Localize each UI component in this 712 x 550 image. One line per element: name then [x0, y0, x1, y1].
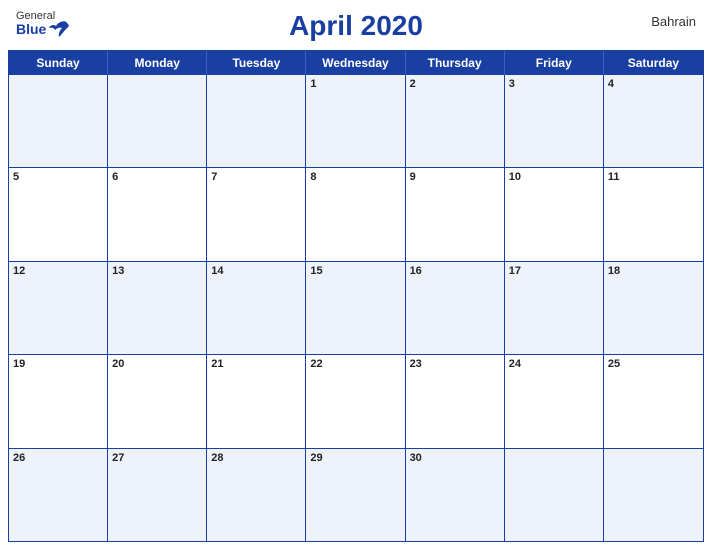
calendar-grid: SundayMondayTuesdayWednesdayThursdayFrid… — [8, 50, 704, 542]
day-number-24: 24 — [509, 358, 521, 370]
week-row-5: 26 27 28 29 30 — [9, 448, 703, 541]
logo-bird-icon — [48, 20, 70, 38]
day-cell-23: 23 — [406, 355, 505, 447]
day-number-15: 15 — [310, 265, 322, 277]
day-number-23: 23 — [410, 358, 422, 370]
day-cell-22: 22 — [306, 355, 405, 447]
day-header-wednesday: Wednesday — [306, 51, 405, 75]
day-number-30: 30 — [410, 452, 422, 464]
day-number-16: 16 — [410, 265, 422, 277]
calendar-title: April 2020 — [289, 10, 423, 42]
weeks-container: 1234567891011121314151617181920212223242… — [9, 75, 703, 541]
day-number-14: 14 — [211, 265, 223, 277]
day-cell-30: 30 — [406, 449, 505, 541]
day-number-11: 11 — [608, 171, 620, 183]
logo: General Blue — [16, 10, 70, 38]
week-row-4: 19 20 21 22 23 24 25 — [9, 354, 703, 447]
day-number-28: 28 — [211, 452, 223, 464]
day-cell-15: 15 — [306, 262, 405, 354]
day-cell-10: 10 — [505, 168, 604, 260]
day-cell-empty-4-6 — [604, 449, 703, 541]
day-cell-14: 14 — [207, 262, 306, 354]
day-cell-empty-0-1 — [108, 75, 207, 167]
day-number-2: 2 — [410, 78, 416, 90]
country-label: Bahrain — [651, 14, 696, 29]
day-header-monday: Monday — [108, 51, 207, 75]
day-cell-empty-4-5 — [505, 449, 604, 541]
day-number-19: 19 — [13, 358, 25, 370]
day-number-21: 21 — [211, 358, 223, 370]
day-number-8: 8 — [310, 171, 316, 183]
day-number-18: 18 — [608, 265, 620, 277]
day-cell-13: 13 — [108, 262, 207, 354]
day-cell-5: 5 — [9, 168, 108, 260]
day-number-22: 22 — [310, 358, 322, 370]
day-number-5: 5 — [13, 171, 19, 183]
day-number-27: 27 — [112, 452, 124, 464]
day-number-20: 20 — [112, 358, 124, 370]
day-number-6: 6 — [112, 171, 118, 183]
day-cell-6: 6 — [108, 168, 207, 260]
day-cell-27: 27 — [108, 449, 207, 541]
day-cell-29: 29 — [306, 449, 405, 541]
day-number-17: 17 — [509, 265, 521, 277]
day-header-friday: Friday — [505, 51, 604, 75]
day-cell-7: 7 — [207, 168, 306, 260]
day-cell-26: 26 — [9, 449, 108, 541]
day-number-12: 12 — [13, 265, 25, 277]
day-cell-17: 17 — [505, 262, 604, 354]
day-number-9: 9 — [410, 171, 416, 183]
week-row-3: 12 13 14 15 16 17 18 — [9, 261, 703, 354]
week-row-1: 1 2 3 4 — [9, 75, 703, 167]
day-cell-20: 20 — [108, 355, 207, 447]
day-cell-2: 2 — [406, 75, 505, 167]
day-cell-24: 24 — [505, 355, 604, 447]
week-row-2: 5 6 7 8 9 10 11 — [9, 167, 703, 260]
day-cell-empty-0-0 — [9, 75, 108, 167]
day-header-tuesday: Tuesday — [207, 51, 306, 75]
day-number-13: 13 — [112, 265, 124, 277]
day-cell-16: 16 — [406, 262, 505, 354]
day-cell-8: 8 — [306, 168, 405, 260]
day-number-1: 1 — [310, 78, 316, 90]
calendar-page: General Blue April 2020 Bahrain SundayMo… — [0, 0, 712, 550]
day-number-26: 26 — [13, 452, 25, 464]
day-cell-21: 21 — [207, 355, 306, 447]
day-cell-12: 12 — [9, 262, 108, 354]
day-headers-row: SundayMondayTuesdayWednesdayThursdayFrid… — [9, 51, 703, 75]
day-cell-empty-0-2 — [207, 75, 306, 167]
day-cell-11: 11 — [604, 168, 703, 260]
logo-blue-text: Blue — [16, 22, 46, 37]
day-number-10: 10 — [509, 171, 521, 183]
day-header-sunday: Sunday — [9, 51, 108, 75]
day-cell-28: 28 — [207, 449, 306, 541]
day-cell-19: 19 — [9, 355, 108, 447]
day-number-29: 29 — [310, 452, 322, 464]
day-cell-9: 9 — [406, 168, 505, 260]
day-number-3: 3 — [509, 78, 515, 90]
day-header-thursday: Thursday — [406, 51, 505, 75]
day-number-25: 25 — [608, 358, 620, 370]
day-cell-3: 3 — [505, 75, 604, 167]
day-header-saturday: Saturday — [604, 51, 703, 75]
calendar-header: General Blue April 2020 Bahrain — [0, 0, 712, 46]
day-cell-4: 4 — [604, 75, 703, 167]
day-number-7: 7 — [211, 171, 217, 183]
day-cell-18: 18 — [604, 262, 703, 354]
day-cell-1: 1 — [306, 75, 405, 167]
day-number-4: 4 — [608, 78, 614, 90]
day-cell-25: 25 — [604, 355, 703, 447]
